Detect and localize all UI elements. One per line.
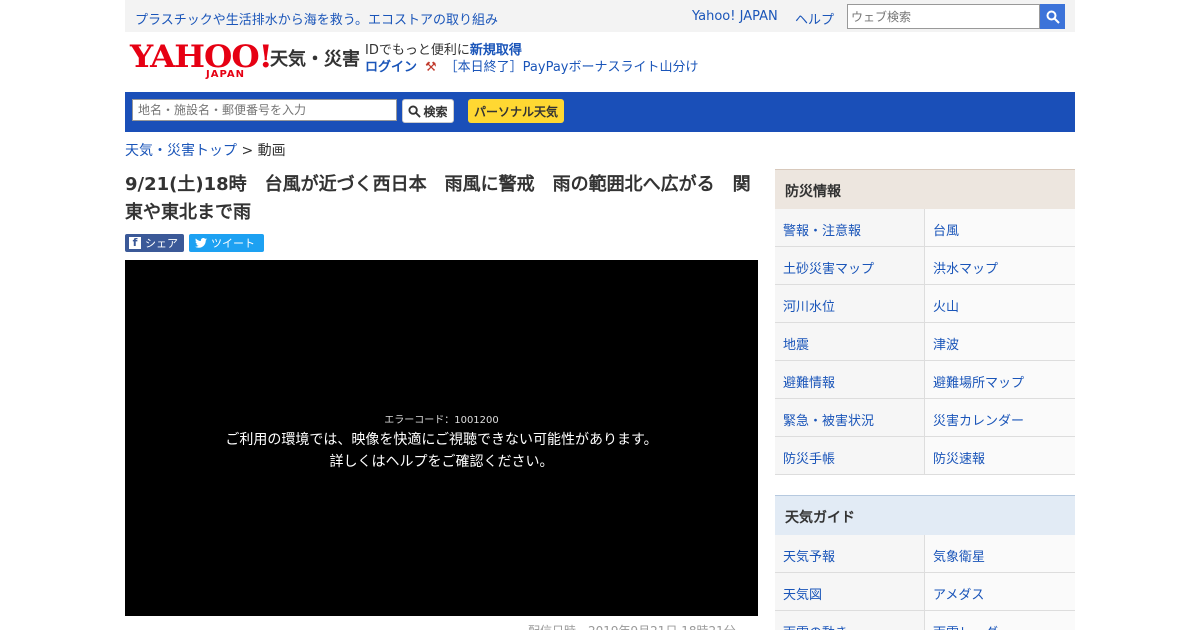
sidebar-link[interactable]: アメダス	[925, 573, 1075, 611]
sidebar-link[interactable]: 火山	[925, 285, 1075, 323]
sidebar-link[interactable]: 警報・注意報	[775, 209, 925, 247]
sidebar-link[interactable]: 災害カレンダー	[925, 399, 1075, 437]
disaster-info-panel: 防災情報 警報・注意報 台風 土砂災害マップ 洪水マップ 河川水位 火山 地震 …	[775, 169, 1075, 475]
location-search-bar: 検索 パーソナル天気	[125, 92, 1075, 132]
search-icon	[1046, 10, 1060, 24]
auction-hammer-icon: ⚒	[425, 60, 437, 75]
facebook-share-button[interactable]: f シェア	[125, 234, 184, 252]
location-search-button[interactable]: 検索	[402, 99, 454, 123]
yahoo-japan-link[interactable]: Yahoo! JAPAN	[692, 9, 778, 24]
sidebar-link[interactable]: 天気予報	[775, 535, 925, 573]
sidebar-link[interactable]: 台風	[925, 209, 1075, 247]
twitter-tweet-button[interactable]: ツイート	[189, 234, 264, 252]
weather-guide-title: 天気ガイド	[775, 495, 1075, 535]
sidebar-link[interactable]: 防災手帳	[775, 437, 925, 475]
location-search-input[interactable]	[132, 99, 397, 121]
breadcrumb-top-link[interactable]: 天気・災害トップ	[125, 143, 237, 159]
publish-date: 配信日時 2019年9月21日 18時21分	[528, 622, 736, 630]
share-buttons: f シェア ツイート	[125, 234, 264, 252]
japan-logo-text: JAPAN	[206, 69, 245, 80]
sidebar-link[interactable]: 防災速報	[925, 437, 1075, 475]
breadcrumb-current: 動画	[257, 143, 286, 159]
sidebar-link[interactable]: 避難情報	[775, 361, 925, 399]
error-code: エラーコード：1001200	[384, 415, 499, 426]
login-link[interactable]: ログイン	[365, 59, 417, 76]
sidebar-link[interactable]: 雨雲レーダー	[925, 611, 1075, 630]
sidebar-link[interactable]: 洪水マップ	[925, 247, 1075, 285]
account-area: IDでもっと便利に新規取得 ログイン ⚒ ［本日終了］PayPayボーナスライト…	[365, 42, 699, 76]
id-promo-text: IDでもっと便利に	[365, 43, 470, 58]
video-player[interactable]: エラーコード：1001200 ご利用の環境では、映像を快適にご視聴できない可能性…	[125, 260, 758, 616]
sidebar-link[interactable]: 避難場所マップ	[925, 361, 1075, 399]
breadcrumb: 天気・災害トップ > 動画	[125, 140, 286, 160]
facebook-share-label: シェア	[145, 237, 178, 250]
sidebar-link[interactable]: 天気図	[775, 573, 925, 611]
help-link[interactable]: ヘルプ	[795, 9, 834, 28]
personal-weather-button[interactable]: パーソナル天気	[468, 99, 564, 123]
sidebar-link[interactable]: 河川水位	[775, 285, 925, 323]
paypay-promo-link[interactable]: ［本日終了］PayPayボーナスライト山分け	[445, 59, 699, 76]
error-message-line2: 詳しくはヘルプをご確認ください。	[329, 454, 554, 470]
facebook-icon: f	[129, 237, 141, 249]
eco-store-promo-link[interactable]: プラスチックや生活排水から海を救う。エコストアの取り組み	[135, 9, 498, 28]
top-bar: プラスチックや生活排水から海を救う。エコストアの取り組み Yahoo! JAPA…	[125, 0, 1075, 32]
sidebar-link[interactable]: 土砂災害マップ	[775, 247, 925, 285]
error-message-line1: ご利用の環境では、映像を快適にご視聴できない可能性があります。	[225, 432, 658, 448]
weather-guide-links: 天気予報 気象衛星 天気図 アメダス 雨雲の動き 雨雲レーダー	[775, 535, 1075, 630]
site-logo[interactable]: YAHOO! JAPAN 天気・災害	[130, 42, 360, 81]
web-search-button[interactable]	[1040, 4, 1065, 29]
disaster-info-title: 防災情報	[775, 169, 1075, 209]
search-icon	[408, 104, 422, 118]
sidebar-link[interactable]: 気象衛星	[925, 535, 1075, 573]
disaster-info-links: 警報・注意報 台風 土砂災害マップ 洪水マップ 河川水位 火山 地震 津波 避難…	[775, 209, 1075, 475]
web-search-input[interactable]	[847, 4, 1040, 29]
yahoo-logo-text: YAHOO!	[130, 39, 273, 75]
article-title: 9/21(土)18時 台風が近づく西日本 雨風に警戒 雨の範囲北へ広がる 関東や…	[125, 174, 751, 223]
weather-guide-panel: 天気ガイド 天気予報 気象衛星 天気図 アメダス 雨雲の動き 雨雲レーダー	[775, 495, 1075, 630]
twitter-bird-icon	[195, 238, 207, 248]
sidebar-link[interactable]: 津波	[925, 323, 1075, 361]
breadcrumb-separator: >	[241, 143, 254, 159]
sidebar-link[interactable]: 緊急・被害状況	[775, 399, 925, 437]
service-name: 天気・災害	[270, 49, 360, 70]
sidebar-link[interactable]: 地震	[775, 323, 925, 361]
signup-link[interactable]: 新規取得	[470, 43, 522, 58]
sidebar-link[interactable]: 雨雲の動き	[775, 611, 925, 630]
twitter-tweet-label: ツイート	[211, 237, 255, 250]
search-button-label: 検索	[423, 104, 448, 119]
error-message: ご利用の環境では、映像を快適にご視聴できない可能性があります。 詳しくはヘルプを…	[125, 429, 758, 473]
